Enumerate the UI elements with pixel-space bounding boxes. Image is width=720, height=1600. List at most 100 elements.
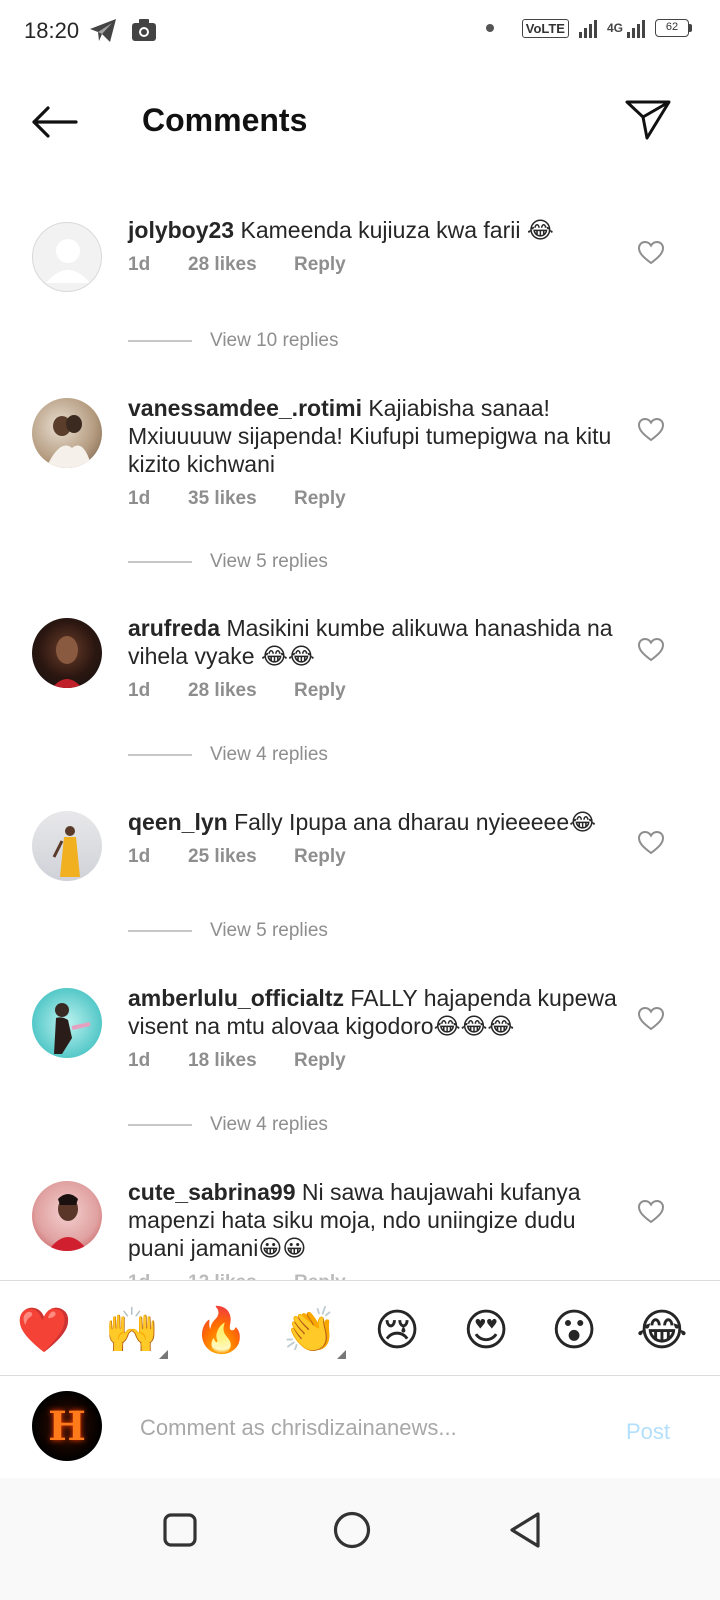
reply-button[interactable]: Reply — [294, 846, 346, 868]
comment-body: Kameenda kujiuza kwa farii 😂 — [240, 217, 554, 243]
reply-button[interactable]: Reply — [294, 488, 346, 510]
view-replies-button[interactable]: View 5 replies — [128, 920, 328, 942]
network-type-label: 4G — [606, 21, 623, 35]
avatar[interactable] — [32, 398, 102, 468]
back-nav-button[interactable] — [496, 1500, 556, 1560]
triangle-back-icon — [510, 1512, 540, 1548]
view-replies-label: View 10 replies — [210, 330, 339, 351]
send-icon — [625, 100, 671, 140]
comment-likes[interactable]: 28 likes — [188, 680, 294, 702]
page-title: Comments — [142, 102, 308, 138]
emoji-fire-button[interactable]: 🔥 — [191, 1301, 251, 1361]
comment-username[interactable]: arufreda — [128, 615, 220, 641]
share-button[interactable] — [622, 96, 674, 144]
status-bar: 18:20 VoLTE 4G 62 — [0, 0, 720, 64]
comment-username[interactable]: cute_sabrina99 — [128, 1179, 295, 1205]
reply-button[interactable]: Reply — [294, 254, 346, 276]
comment-text: qeen_lyn Fally Ipupa ana dharau nyieeeee… — [128, 808, 618, 836]
heart-icon — [638, 638, 664, 662]
comment-composer: H Post — [0, 1377, 720, 1477]
recents-button[interactable] — [150, 1500, 210, 1560]
my-avatar-letter: H — [48, 1402, 86, 1450]
back-button[interactable] — [28, 98, 80, 146]
notification-dot — [485, 24, 494, 32]
like-button[interactable] — [634, 633, 668, 667]
heart-icon — [638, 831, 664, 855]
like-button[interactable] — [634, 1195, 668, 1229]
emoji-raised-hands-button[interactable]: 🙌 — [102, 1301, 168, 1361]
comment-text: cute_sabrina99 Ni sawa haujawahi kufanya… — [128, 1178, 618, 1262]
emoji-laughing-button[interactable]: 😂 — [632, 1301, 692, 1361]
comment-meta: 1d 35 likes Reply — [128, 488, 618, 510]
view-replies-label: View 4 replies — [210, 1114, 328, 1135]
my-avatar: H — [32, 1391, 102, 1461]
like-button[interactable] — [634, 413, 668, 447]
comment-likes[interactable]: 25 likes — [188, 846, 294, 868]
emoji-surprised-button[interactable]: 😮 — [544, 1301, 604, 1361]
comment-time: 1d — [128, 846, 151, 867]
arrow-left-icon — [32, 106, 78, 138]
emoji-raised-hands: 🙌 — [104, 1306, 160, 1355]
home-button[interactable] — [322, 1500, 382, 1560]
view-replies-button[interactable]: View 5 replies — [128, 551, 328, 573]
reply-button[interactable]: Reply — [294, 1272, 346, 1280]
like-button[interactable] — [634, 1002, 668, 1036]
comment-time: 1d — [128, 254, 151, 275]
view-replies-button[interactable]: View 10 replies — [128, 330, 339, 352]
heart-icon — [638, 1007, 664, 1031]
post-button[interactable]: Post — [626, 1419, 670, 1445]
signal-icon-2 — [627, 18, 645, 38]
emoji-crying-button[interactable]: 😢 — [367, 1301, 427, 1361]
status-right-icons: VoLTE 4G 62 — [485, 18, 692, 38]
avatar[interactable] — [32, 618, 102, 688]
battery-icon: 62 — [655, 19, 692, 37]
status-time: 18:20 — [24, 18, 80, 43]
comment-body: Fally Ipupa ana dharau nyieeeee😂 — [234, 809, 597, 835]
comments-list[interactable]: jolyboy23 Kameenda kujiuza kwa farii 😂 1… — [0, 168, 720, 1280]
camera-icon — [130, 16, 158, 49]
avatar[interactable] — [32, 222, 102, 292]
like-button[interactable] — [634, 236, 668, 270]
comment-likes[interactable]: 12 likes — [188, 1272, 294, 1280]
comment-meta: 1d 25 likes Reply — [128, 846, 618, 868]
comment-username[interactable]: vanessamdee_.rotimi — [128, 395, 362, 421]
circle-icon — [333, 1511, 371, 1549]
comment-username[interactable]: amberlulu_officialtz — [128, 985, 344, 1011]
comment-text: jolyboy23 Kameenda kujiuza kwa farii 😂 — [128, 216, 618, 244]
comment-meta: 1d 28 likes Reply — [128, 254, 618, 276]
view-replies-label: View 5 replies — [210, 920, 328, 941]
avatar[interactable] — [32, 988, 102, 1058]
avatar[interactable] — [32, 811, 102, 881]
reply-button[interactable]: Reply — [294, 680, 346, 702]
emoji-clap-button[interactable]: 👏 — [280, 1301, 346, 1361]
comment-likes[interactable]: 35 likes — [188, 488, 294, 510]
emoji-heart-button[interactable]: ❤️ — [14, 1301, 74, 1361]
view-replies-label: View 5 replies — [210, 551, 328, 572]
heart-icon — [638, 241, 664, 265]
system-nav-bar — [0, 1478, 720, 1600]
comment-likes[interactable]: 18 likes — [188, 1050, 294, 1072]
comment-input[interactable] — [140, 1411, 580, 1445]
comment-username[interactable]: jolyboy23 — [128, 217, 234, 243]
comment-meta: 1d 18 likes Reply — [128, 1050, 618, 1072]
avatar[interactable] — [32, 1181, 102, 1251]
comment-username[interactable]: qeen_lyn — [128, 809, 228, 835]
status-left-icons — [88, 16, 158, 49]
comment-time: 1d — [128, 680, 151, 701]
view-replies-button[interactable]: View 4 replies — [128, 744, 328, 766]
like-button[interactable] — [634, 826, 668, 860]
reply-button[interactable]: Reply — [294, 1050, 346, 1072]
comment-meta: 1d 12 likes Reply — [128, 1272, 618, 1280]
battery-level: 62 — [655, 19, 689, 37]
view-replies-button[interactable]: View 4 replies — [128, 1114, 328, 1136]
header: Comments — [0, 80, 720, 164]
square-icon — [163, 1513, 197, 1547]
emoji-heart-eyes-button[interactable]: 😍 — [456, 1301, 516, 1361]
heart-icon — [638, 1200, 664, 1224]
comment-likes[interactable]: 28 likes — [188, 254, 294, 276]
comment-text: amberlulu_officialtz FALLY hajapenda kup… — [128, 984, 618, 1040]
volte-badge: VoLTE — [521, 18, 569, 38]
comment-time: 1d — [128, 1050, 151, 1071]
view-replies-label: View 4 replies — [210, 744, 328, 765]
signal-icon — [578, 18, 597, 38]
